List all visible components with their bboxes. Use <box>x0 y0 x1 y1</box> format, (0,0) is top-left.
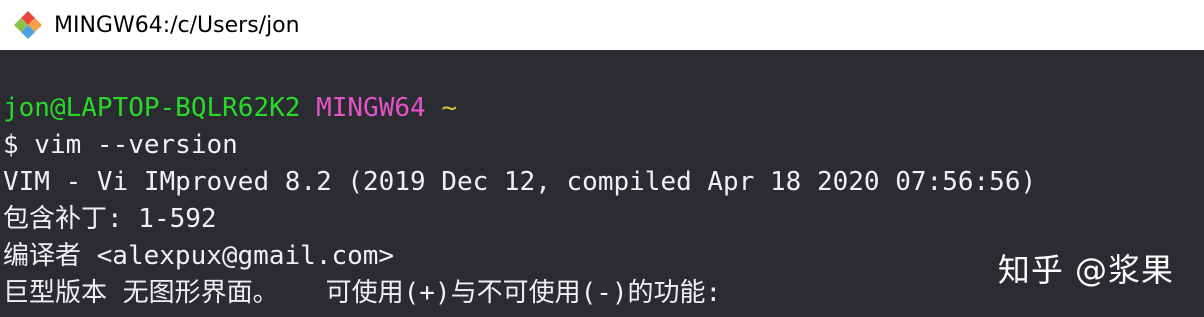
prompt-line: jon@LAPTOP-BQLR62K2 MINGW64 ~ <box>3 90 1204 127</box>
output-line-patches: 包含补丁: 1-592 <box>3 204 217 234</box>
watermark: 知乎 @浆果 <box>997 251 1174 289</box>
prompt-system: MINGW64 <box>316 93 426 123</box>
prompt-path: ~ <box>441 93 457 123</box>
title-bar[interactable]: MINGW64:/c/Users/jon <box>0 0 1204 50</box>
output-line-version: VIM - Vi IMproved 8.2 (2019 Dec 12, comp… <box>3 167 1037 197</box>
terminal-window: MINGW64:/c/Users/jon jon@LAPTOP-BQLR62K2… <box>0 0 1204 317</box>
window-title: MINGW64:/c/Users/jon <box>54 12 300 38</box>
command-line: $ vim --version <box>3 130 238 160</box>
prompt-user-host: jon@LAPTOP-BQLR62K2 <box>3 93 301 123</box>
git-bash-diamond-icon[interactable] <box>12 9 44 41</box>
